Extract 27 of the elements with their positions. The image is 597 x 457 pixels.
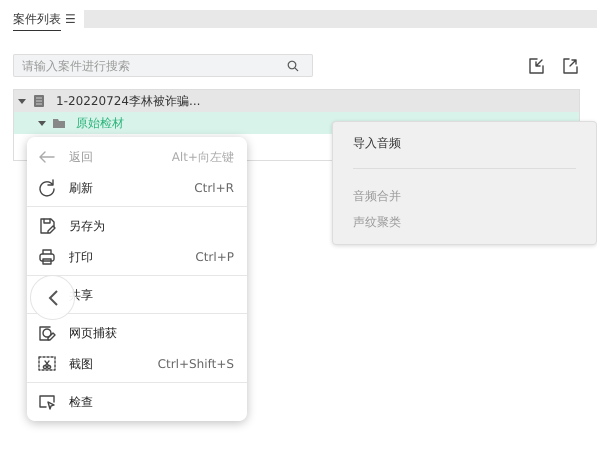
menu-item[interactable]: 截图 Ctrl+Shift+S (27, 348, 247, 379)
screenshot-icon (37, 354, 57, 374)
tree-label: 1-20220724李林被诈骗... (56, 93, 200, 110)
menu-item[interactable]: 网页捕获 (27, 317, 247, 348)
tab[interactable]: 案件列表 (13, 10, 61, 31)
import-icon[interactable] (527, 56, 545, 74)
menu-item[interactable]: 刷新 Ctrl+R (27, 172, 247, 203)
menu-item[interactable]: 打印 Ctrl+P (27, 241, 247, 272)
export-icon[interactable] (561, 56, 579, 74)
menu-item[interactable]: 另存为 (27, 210, 247, 241)
shortcut-label: Ctrl+P (195, 248, 234, 266)
chevron-left-icon (46, 288, 58, 306)
search-icon[interactable] (287, 60, 299, 72)
menu-item[interactable]: 检查 (27, 386, 247, 417)
document-icon (32, 94, 46, 108)
printer-icon (37, 246, 57, 266)
refresh-icon (37, 178, 57, 198)
caret-icon[interactable] (18, 97, 26, 105)
search-field[interactable]: 请输入案件进行搜索 (13, 54, 313, 77)
menu-icon[interactable]: ☰ (65, 10, 76, 28)
caret-icon[interactable] (38, 119, 46, 127)
shortcut-label: Ctrl+Shift+S (158, 356, 234, 372)
tree-row[interactable]: 1-20220724李林被诈骗... (14, 90, 579, 112)
folder-icon (52, 116, 66, 130)
shortcut-label: Ctrl+R (194, 180, 234, 196)
tree-label: 原始检材 (76, 115, 124, 132)
shortcut-label: Alt+向左键 (172, 148, 234, 166)
